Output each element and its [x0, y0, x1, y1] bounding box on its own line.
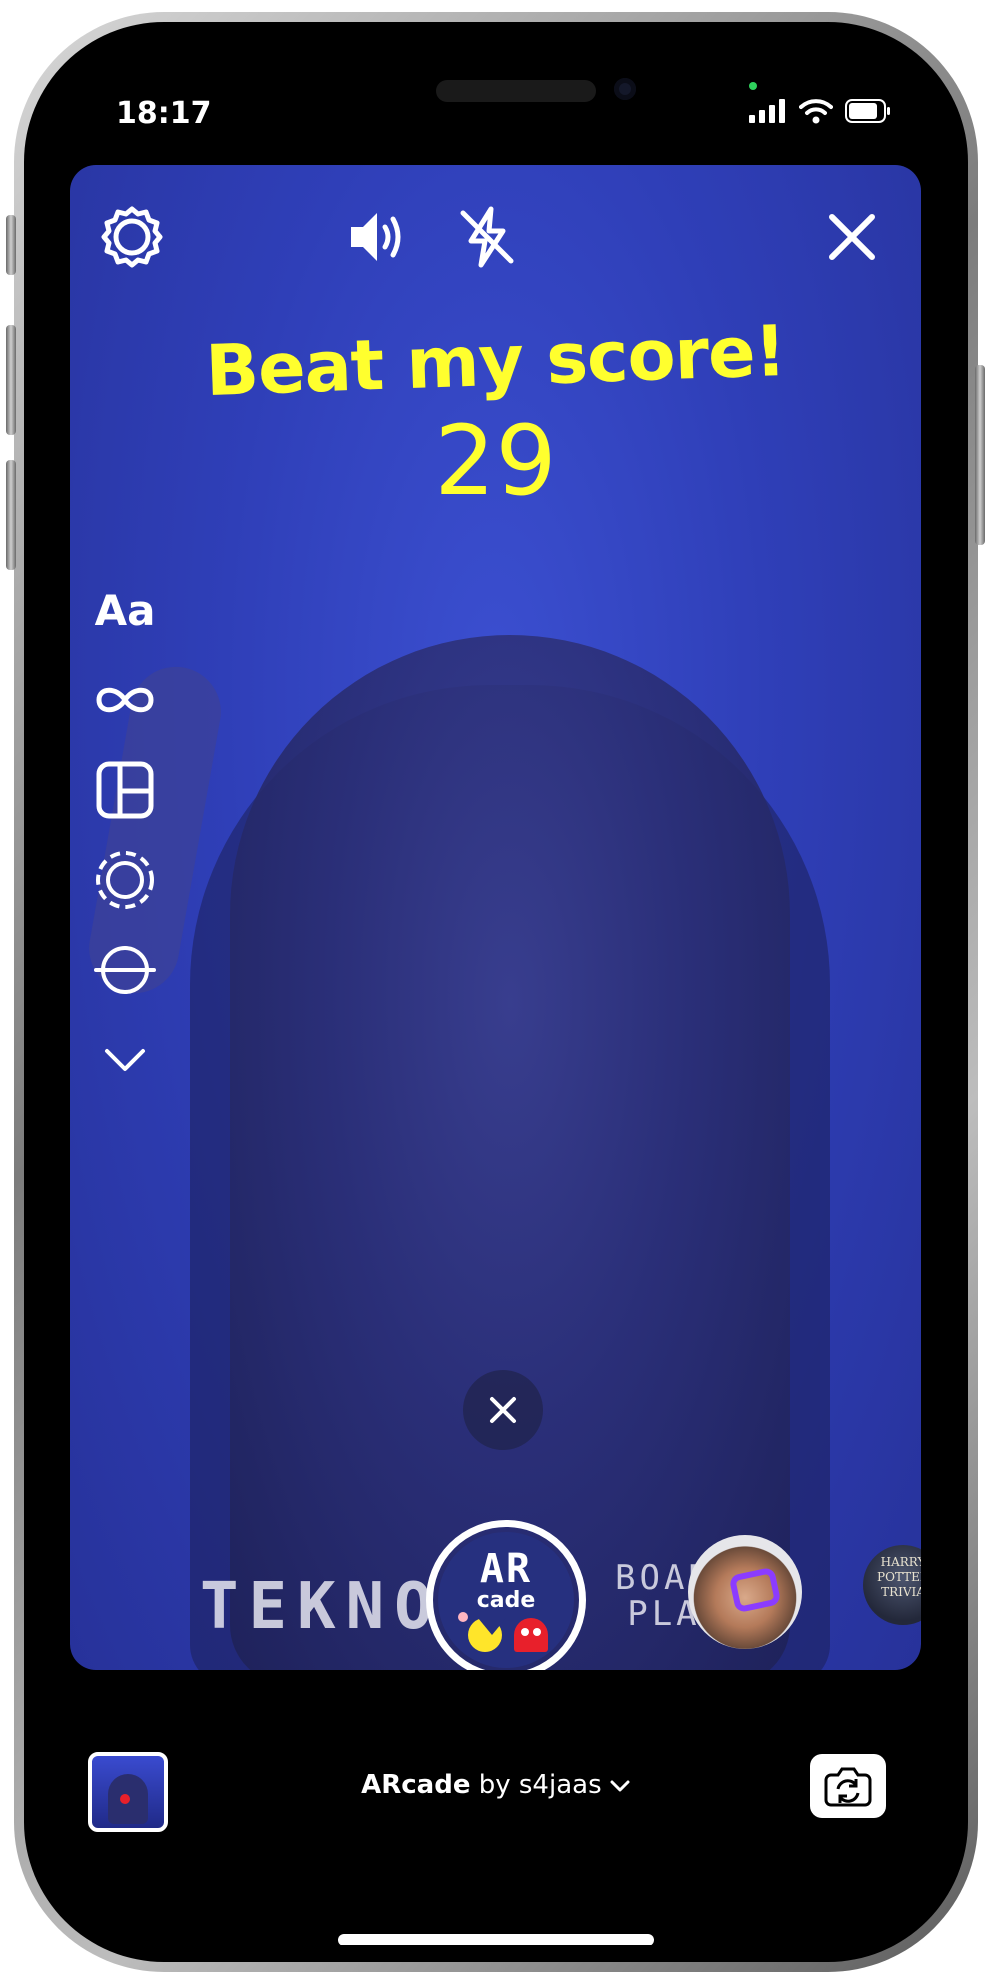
camera-subject: [230, 635, 790, 1670]
gear-icon: [101, 206, 163, 268]
layout-button[interactable]: [80, 755, 170, 825]
speaker-icon: [351, 213, 401, 261]
arcade-effect-logo: AR cade: [438, 1532, 574, 1668]
speaker-grille: [436, 80, 596, 102]
effect-tekno-label[interactable]: TEKNO: [200, 1570, 443, 1644]
mask-icon: [728, 1566, 782, 1614]
more-tools-button[interactable]: [80, 1025, 170, 1095]
signal-icon: [749, 99, 785, 123]
infinity-icon: [96, 687, 154, 713]
status-time: 18:17: [116, 96, 212, 131]
flash-button[interactable]: [445, 195, 529, 279]
level-icon: [94, 946, 156, 994]
effect-author: by s4jaas: [478, 1770, 602, 1800]
effect-thumb-face-mask[interactable]: [688, 1535, 802, 1649]
multi-capture-button[interactable]: [80, 845, 170, 915]
wifi-icon: [799, 99, 833, 124]
volume-up-button: [6, 325, 16, 435]
arcade-logo-ar: AR: [479, 1546, 533, 1592]
flip-camera-button[interactable]: [810, 1754, 886, 1818]
pellet-icon: [458, 1612, 468, 1622]
screen: 18:17 Beat my score! 29 Aa TEKNO BOARD P…: [40, 40, 951, 1945]
volume-down-button: [6, 460, 16, 570]
overlay-headline: Beat my score!: [204, 309, 787, 413]
capture-button[interactable]: AR cade: [426, 1520, 586, 1670]
level-button[interactable]: [80, 935, 170, 1005]
hp-line1: HARRY: [880, 1555, 921, 1569]
flip-camera-icon: [824, 1767, 872, 1807]
camera-viewport[interactable]: Beat my score! 29 Aa TEKNO BOARD PLAY AR…: [70, 165, 921, 1670]
boomerang-button[interactable]: [80, 665, 170, 735]
effect-thumb-harry-potter-trivia[interactable]: HARRY POTTER TRIVIA: [863, 1545, 921, 1625]
overlay-score: 29: [434, 405, 557, 517]
arcade-logo-cade: cade: [476, 1588, 536, 1613]
hp-line2: POTTER: [877, 1570, 921, 1584]
sound-button[interactable]: [335, 195, 419, 279]
flash-off-icon: [460, 206, 514, 268]
harry-potter-text: HARRY POTTER TRIVIA: [863, 1555, 921, 1600]
effect-name: ARcade: [361, 1770, 471, 1800]
text-tool-button[interactable]: Aa: [80, 575, 170, 645]
dashed-circle-icon: [96, 851, 154, 909]
close-icon: [829, 214, 875, 260]
status-bar: 18:17: [40, 40, 951, 160]
status-icons: [749, 98, 891, 124]
close-camera-button[interactable]: [810, 195, 894, 279]
battery-icon: [845, 99, 890, 123]
remove-effect-button[interactable]: [463, 1370, 543, 1450]
bottom-bar: ARcade by s4jaas: [40, 1670, 951, 1945]
front-camera: [614, 78, 636, 100]
ghost-icon: [514, 1618, 548, 1652]
close-icon: [490, 1397, 516, 1423]
hp-line3: TRIVIA: [881, 1585, 921, 1599]
layout-icon: [96, 761, 154, 819]
chevron-down-icon: [610, 1780, 630, 1791]
power-button: [975, 365, 985, 545]
chevron-down-icon: [105, 1049, 145, 1071]
camera-in-use-indicator: [749, 82, 757, 90]
settings-button[interactable]: [90, 195, 174, 279]
top-controls: [70, 195, 921, 285]
silent-switch: [6, 215, 16, 275]
pacman-icon: [468, 1618, 506, 1652]
home-indicator[interactable]: [338, 1934, 654, 1945]
